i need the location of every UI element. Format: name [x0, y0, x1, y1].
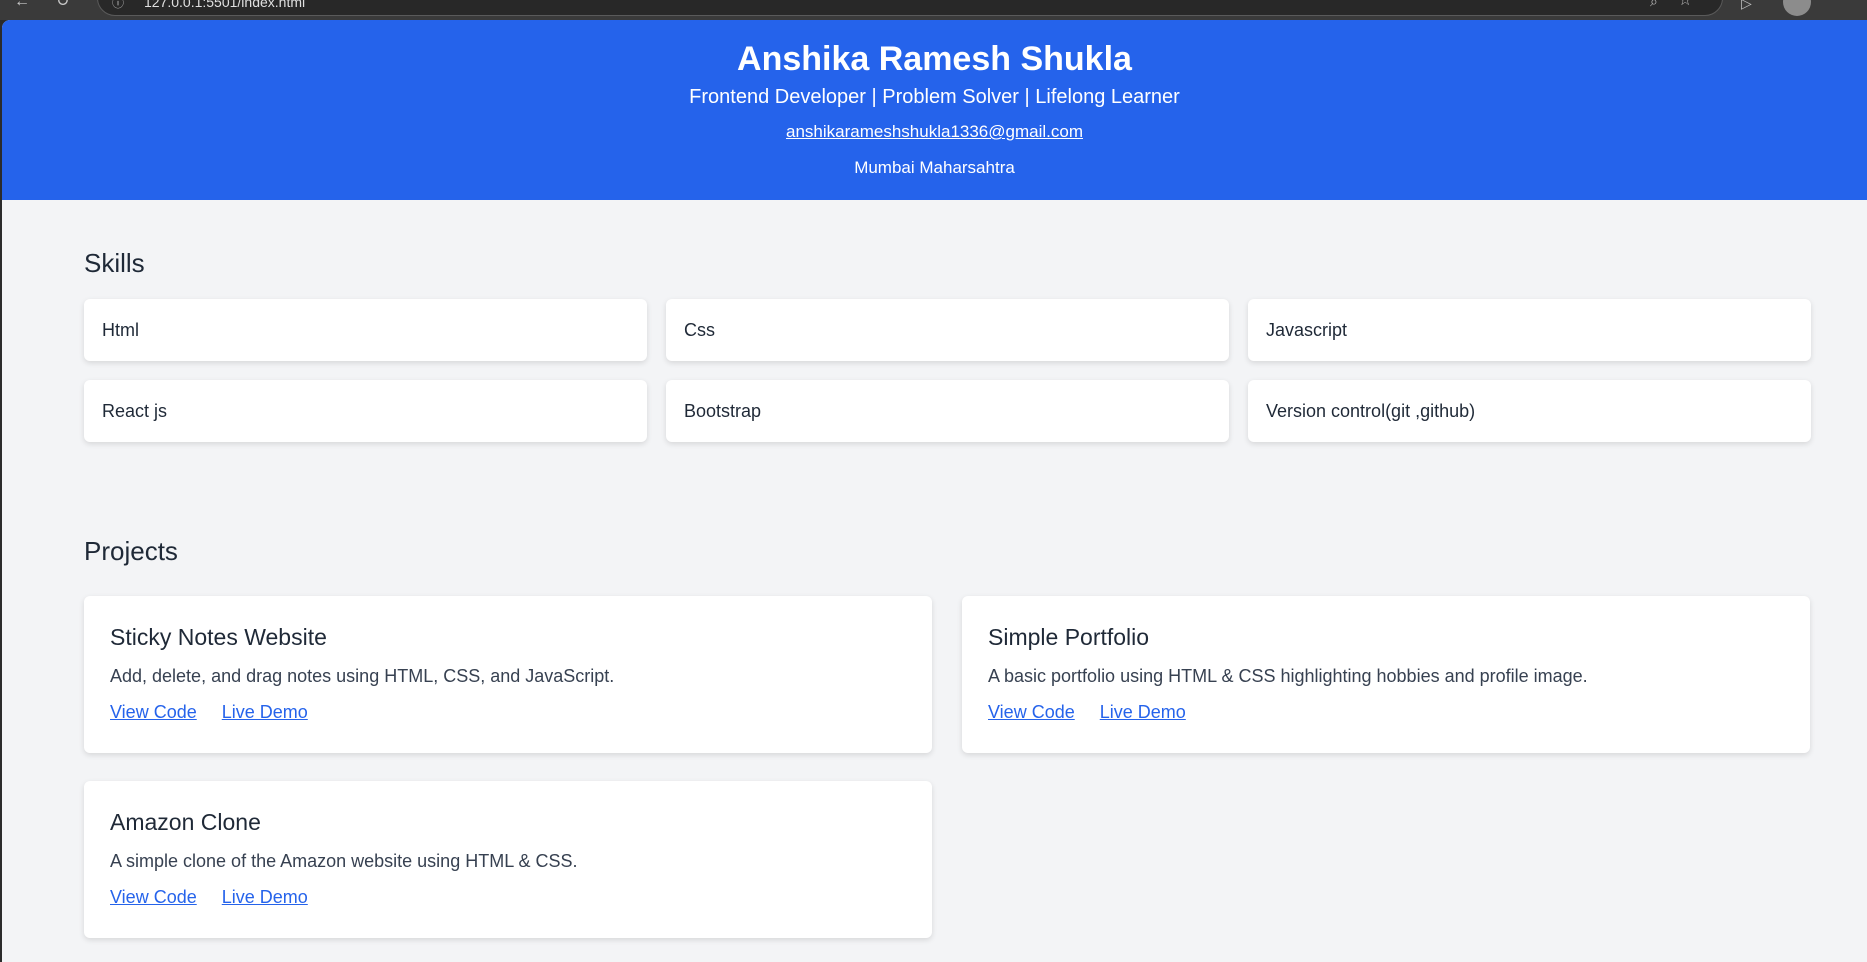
skill-card: Javascript: [1248, 299, 1811, 361]
project-description: Add, delete, and drag notes using HTML, …: [110, 666, 615, 686]
skill-card: Bootstrap: [666, 380, 1229, 442]
project-links: View Code Live Demo: [988, 700, 1206, 724]
project-description: A basic portfolio using HTML & CSS highl…: [988, 666, 1588, 686]
project-links: View Code Live Demo: [110, 885, 328, 909]
projects-heading: Projects: [84, 536, 178, 566]
bookmark-star-icon[interactable]: ☆: [1678, 0, 1692, 9]
browser-toolbar: ← ↻ ⓘ 127.0.0.1:5501/index.html ⌕ ☆ ▷: [0, 0, 1867, 20]
back-arrow-icon[interactable]: ←: [14, 0, 30, 10]
profile-header: Anshika Ramesh Shukla Frontend Developer…: [2, 20, 1867, 200]
project-card: Amazon Clone A simple clone of the Amazo…: [84, 781, 932, 938]
live-demo-link[interactable]: Live Demo: [222, 702, 308, 722]
skill-card: Html: [84, 299, 647, 361]
profile-tagline: Frontend Developer | Problem Solver | Li…: [689, 86, 1180, 108]
address-bar[interactable]: ⓘ 127.0.0.1:5501/index.html ⌕ ☆: [97, 0, 1723, 16]
profile-name: Anshika Ramesh Shukla: [737, 40, 1132, 78]
skills-heading: Skills: [84, 248, 145, 278]
skill-card: Version control(git ,github): [1248, 380, 1811, 442]
email-row: anshikarameshshukla1336@gmail.com: [2, 121, 1867, 143]
skill-card: React js: [84, 380, 647, 442]
extensions-icon[interactable]: ▷: [1741, 0, 1752, 10]
view-code-link[interactable]: View Code: [110, 702, 197, 722]
project-title: Amazon Clone: [110, 809, 261, 835]
profile-avatar[interactable]: [1783, 0, 1811, 16]
view-code-link[interactable]: View Code: [988, 702, 1075, 722]
email-link[interactable]: anshikarameshshukla1336@gmail.com: [786, 122, 1083, 141]
address-bar-url[interactable]: 127.0.0.1:5501/index.html: [144, 0, 305, 10]
project-description: A simple clone of the Amazon website usi…: [110, 851, 578, 871]
reload-icon[interactable]: ↻: [56, 0, 69, 10]
project-card: Sticky Notes Website Add, delete, and dr…: [84, 596, 932, 753]
profile-location: Mumbai Maharsahtra: [854, 158, 1015, 177]
live-demo-link[interactable]: Live Demo: [1100, 702, 1186, 722]
site-info-icon[interactable]: ⓘ: [112, 0, 124, 11]
project-title: Simple Portfolio: [988, 624, 1150, 650]
view-code-link[interactable]: View Code: [110, 887, 197, 907]
project-card: Simple Portfolio A basic portfolio using…: [962, 596, 1810, 753]
zoom-icon[interactable]: ⌕: [1650, 0, 1658, 9]
page-viewport: Anshika Ramesh Shukla Frontend Developer…: [2, 20, 1867, 962]
skill-card: Css: [666, 299, 1229, 361]
project-title: Sticky Notes Website: [110, 624, 327, 650]
live-demo-link[interactable]: Live Demo: [222, 887, 308, 907]
project-links: View Code Live Demo: [110, 700, 328, 724]
